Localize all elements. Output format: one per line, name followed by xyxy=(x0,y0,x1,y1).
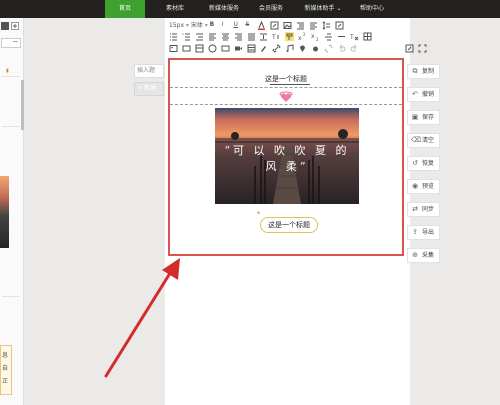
annotation-arrow xyxy=(104,258,180,378)
